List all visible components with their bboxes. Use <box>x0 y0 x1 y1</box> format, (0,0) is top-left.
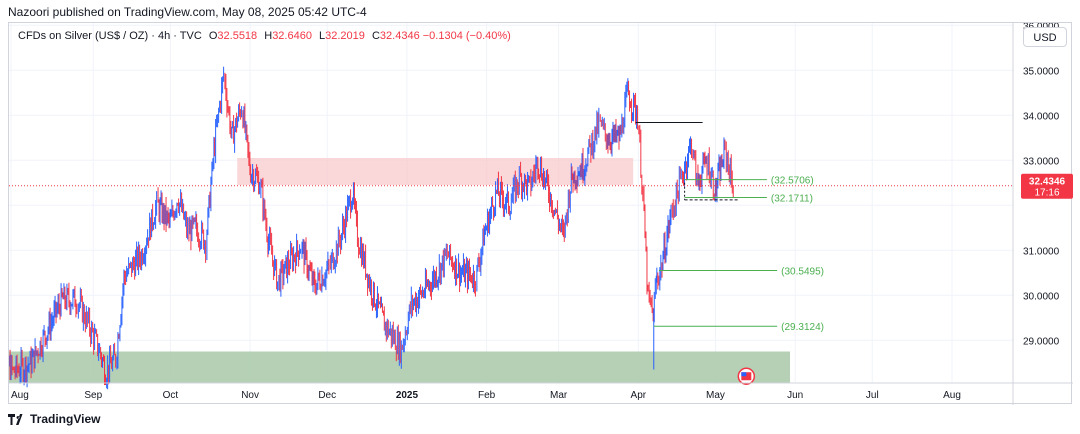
chart-frame[interactable]: (32.5706) (32.1711) (30.5495) (29.3124) 29.0… <box>8 22 1073 405</box>
y-tick-label: 29.0000 <box>1023 336 1060 347</box>
open-value: 32.5518 <box>217 30 258 42</box>
y-tick-label: 33.0000 <box>1023 156 1060 167</box>
level-label: (32.1711) <box>771 194 813 205</box>
x-tick-label: Jul <box>866 390 879 401</box>
x-tick-label: Dec <box>318 390 336 401</box>
high-key: H <box>264 30 273 42</box>
x-tick-label: May <box>706 390 725 401</box>
x-tick-label: Aug <box>11 390 29 401</box>
level-label: (30.5495) <box>781 267 824 278</box>
countdown-value: 17:16 <box>1034 188 1059 199</box>
x-tick-label: 2025 <box>396 390 419 401</box>
x-tick-label: Mar <box>550 390 568 401</box>
x-tick-label: Jun <box>787 390 803 401</box>
close-key: C <box>371 30 380 42</box>
symbol-legend: CFDs on Silver (US$ / OZ) · 4h · TVC O32… <box>18 30 511 42</box>
footer-brand: TradingView <box>30 412 101 426</box>
publish-header: Nazoori published on TradingView.com, Ma… <box>8 5 367 19</box>
high-value: 32.6460 <box>272 30 312 42</box>
x-tick-label: Aug <box>943 390 961 401</box>
price-chart[interactable]: (32.5706) (32.1711) (30.5495) (29.3124) 29.0… <box>9 23 1073 405</box>
level-label: (29.3124) <box>781 322 824 333</box>
change-value: −0.1304 (−0.40%) <box>422 30 511 42</box>
x-tick-label: Nov <box>241 390 259 401</box>
low-value: 32.2019 <box>325 30 365 42</box>
x-tick-label: Apr <box>631 390 647 401</box>
level-label: (32.5706) <box>771 176 814 187</box>
tradingview-logo-icon <box>8 413 23 425</box>
x-tick-label: Feb <box>478 390 496 401</box>
y-tick-label: 31.0000 <box>1023 246 1060 257</box>
x-tick-label: Oct <box>163 390 179 401</box>
x-tick-label: Sep <box>84 390 102 401</box>
news-flag-icon-canton <box>741 372 747 377</box>
currency-button[interactable]: USD <box>1023 27 1067 47</box>
tradingview-footer: TradingView <box>8 412 100 426</box>
y-tick-label: 35.0000 <box>1023 66 1060 77</box>
y-tick-label: 34.0000 <box>1023 111 1060 122</box>
current-price-value: 32.4346 <box>1029 177 1066 188</box>
symbol-title: CFDs on Silver (US$ / OZ) · 4h · TVC <box>18 30 202 42</box>
close-value: 32.4346 <box>379 30 420 42</box>
y-tick-label: 30.0000 <box>1023 291 1060 302</box>
